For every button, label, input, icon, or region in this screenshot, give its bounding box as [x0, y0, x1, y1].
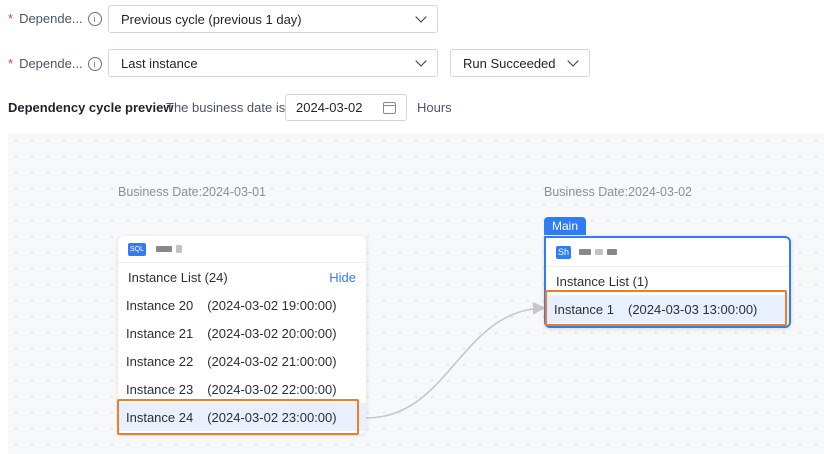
instance-time: (2024-03-02 22:00:00) [207, 381, 337, 397]
instance-time: (2024-03-02 20:00:00) [207, 325, 337, 341]
upstream-node-header: SQL [118, 236, 366, 263]
instance-name: Instance 21 [126, 325, 194, 341]
node-name-redacted [176, 245, 183, 253]
sql-type-icon: SQL [128, 242, 147, 256]
instance-list-header: Instance List (24) Hide [118, 263, 366, 291]
instance-list-title: Instance List (1) [556, 273, 649, 289]
shell-type-icon: Sh [556, 245, 572, 259]
node-name-redacted [579, 249, 592, 255]
highlight-box-main [545, 290, 787, 326]
instance-list-title: Instance List (24) [128, 269, 228, 285]
main-badge: Main [544, 217, 587, 235]
instance-time: (2024-03-02 19:00:00) [207, 297, 337, 313]
instance-name: Instance 20 [126, 297, 194, 313]
instance-name: Instance 23 [126, 381, 194, 397]
highlight-box-upstream [117, 399, 359, 435]
node-name-redacted [156, 246, 173, 252]
node-name-redacted [595, 249, 604, 255]
instance-row[interactable]: Instance 20 (2024-03-02 19:00:00) [118, 291, 366, 319]
hide-link[interactable]: Hide [329, 270, 356, 285]
node-name-redacted [607, 249, 618, 255]
instance-row[interactable]: Instance 21 (2024-03-02 20:00:00) [118, 319, 366, 347]
instance-row[interactable]: Instance 22 (2024-03-02 21:00:00) [118, 347, 366, 375]
main-node-header: Sh [546, 238, 789, 267]
instance-time: (2024-03-02 21:00:00) [207, 353, 337, 369]
instance-name: Instance 22 [126, 353, 194, 369]
